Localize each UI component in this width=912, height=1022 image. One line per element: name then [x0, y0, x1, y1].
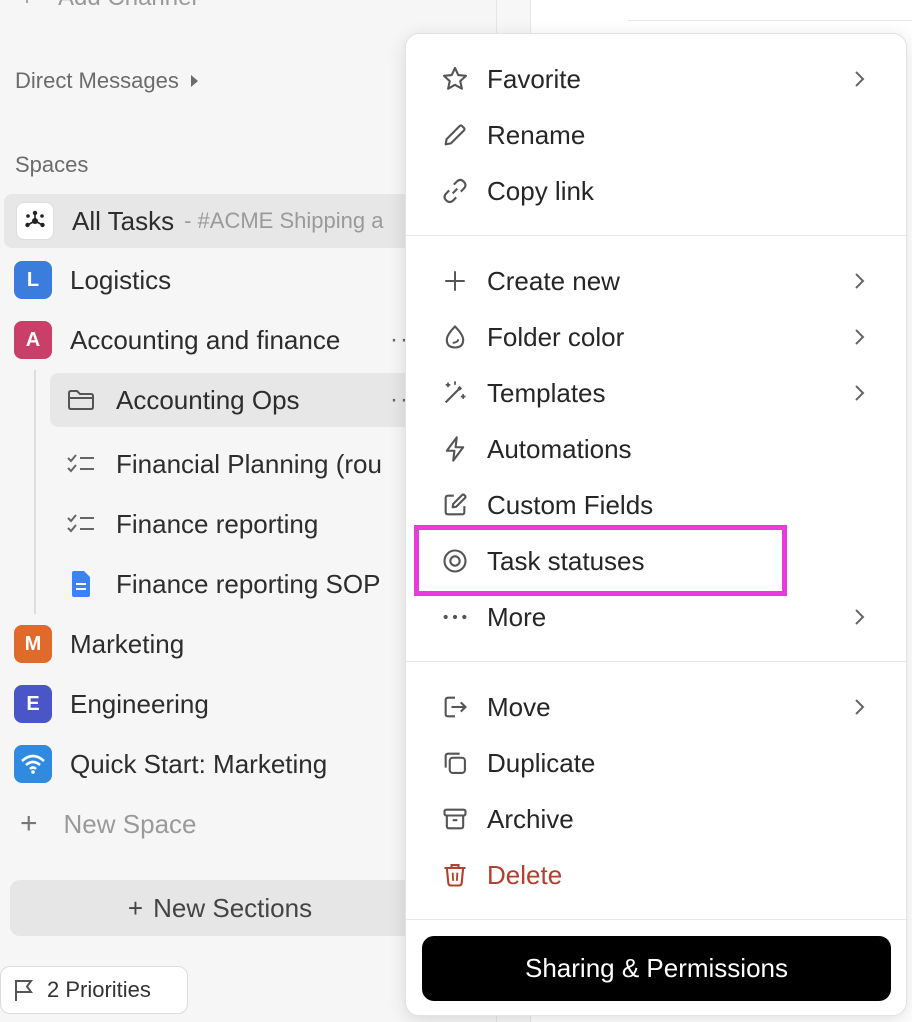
menu-item-rename[interactable]: Rename	[406, 109, 908, 161]
menu-separator	[406, 919, 908, 920]
space-avatar: L	[14, 261, 52, 299]
archive-icon	[440, 804, 470, 834]
all-tasks-sublabel: - #ACME Shipping a	[184, 208, 384, 233]
priorities-button[interactable]: 2 Priorities	[0, 966, 188, 1014]
new-sections-label: New Sections	[153, 892, 313, 923]
menu-item-more[interactable]: More	[406, 591, 908, 643]
plus-icon: +	[20, 807, 38, 840]
sidebar-item-engineering[interactable]: E Engineering	[14, 677, 209, 731]
space-label: Accounting and finance	[70, 324, 341, 355]
menu-item-duplicate[interactable]: Duplicate	[406, 737, 908, 789]
add-channel-button[interactable]: + Add Channel	[20, 0, 197, 12]
plus-icon	[440, 266, 470, 296]
space-avatar: M	[14, 625, 52, 663]
menu-item-folder-color[interactable]: Folder color	[406, 311, 908, 363]
spaces-header: Spaces	[15, 152, 88, 178]
menu-item-label: Move	[487, 691, 551, 722]
folder-label: Accounting Ops	[116, 384, 300, 415]
plus-icon: +	[20, 0, 34, 12]
list-label: Finance reporting	[116, 508, 319, 539]
menu-item-label: Automations	[487, 433, 632, 464]
pencil-icon	[440, 120, 470, 150]
sharing-permissions-button[interactable]: Sharing & Permissions	[422, 936, 891, 1001]
doc-label: Finance reporting SOP	[116, 568, 381, 599]
wifi-icon	[14, 745, 52, 783]
sidebar-item-quick-start-marketing[interactable]: Quick Start: Marketing	[14, 737, 327, 791]
space-label: Marketing	[70, 628, 185, 659]
sidebar-item-logistics[interactable]: L Logistics	[14, 253, 171, 307]
sidebar-item-finance-reporting-sop[interactable]: Finance reporting SOP	[66, 557, 380, 611]
wand-icon	[440, 378, 470, 408]
drop-icon	[440, 322, 470, 352]
chevron-right-icon	[850, 272, 868, 290]
space-label: Logistics	[70, 264, 172, 295]
space-label: Quick Start: Marketing	[70, 748, 328, 779]
new-space-label: New Space	[63, 808, 197, 839]
menu-item-create-new[interactable]: Create new	[406, 255, 908, 307]
all-tasks-icon	[16, 202, 54, 240]
more-icon	[440, 602, 470, 632]
direct-messages-label: Direct Messages	[15, 68, 179, 93]
menu-item-favorite[interactable]: Favorite	[406, 53, 908, 105]
checklist-icon	[66, 509, 96, 539]
spaces-label: Spaces	[15, 152, 89, 177]
star-icon	[440, 64, 470, 94]
menu-item-label: Delete	[487, 859, 563, 890]
priorities-label: 2 Priorities	[47, 977, 151, 1002]
chevron-right-icon	[850, 608, 868, 626]
plus-icon: +	[127, 892, 144, 923]
menu-item-label: Folder color	[487, 321, 625, 352]
chevron-right-icon	[850, 384, 868, 402]
duplicate-icon	[440, 748, 470, 778]
sidebar-item-accounting-and-finance[interactable]: A Accounting and finance	[14, 313, 340, 367]
bolt-icon	[440, 434, 470, 464]
menu-item-label: Create new	[487, 265, 620, 296]
menu-item-label: Favorite	[487, 63, 581, 94]
folder-icon	[66, 385, 96, 415]
chevron-right-icon	[850, 698, 868, 716]
menu-item-templates[interactable]: Templates	[406, 367, 908, 419]
tree-line	[34, 370, 36, 614]
menu-item-delete[interactable]: Delete	[406, 849, 908, 901]
menu-item-automations[interactable]: Automations	[406, 423, 908, 475]
menu-item-label: Rename	[487, 119, 586, 150]
checklist-icon	[66, 449, 96, 479]
menu-item-copy-link[interactable]: Copy link	[406, 165, 908, 217]
menu-item-move[interactable]: Move	[406, 681, 908, 733]
direct-messages-header[interactable]: Direct Messages	[15, 68, 198, 94]
caret-right-icon	[190, 75, 198, 87]
menu-item-label: Copy link	[487, 175, 594, 206]
all-tasks-label: All Tasks	[72, 205, 175, 236]
trash-icon	[440, 860, 470, 890]
new-sections-button[interactable]: + New Sections	[10, 880, 430, 936]
sidebar-item-financial-planning[interactable]: Financial Planning (rou	[66, 437, 382, 491]
menu-item-label: More	[487, 601, 547, 632]
sidebar-item-finance-reporting[interactable]: Finance reporting	[66, 497, 318, 551]
highlight-annotation	[414, 525, 787, 596]
menu-separator	[406, 235, 908, 236]
menu-item-custom-fields[interactable]: Custom Fields	[406, 479, 908, 531]
menu-item-archive[interactable]: Archive	[406, 793, 908, 845]
move-icon	[440, 692, 470, 722]
space-avatar: A	[14, 321, 52, 359]
flag-icon	[13, 978, 35, 1002]
doc-icon	[66, 569, 96, 599]
menu-separator	[406, 661, 908, 662]
context-menu: Favorite Rename Copy link Create new Fol…	[405, 33, 908, 1016]
add-channel-label: Add Channel	[58, 0, 197, 12]
sidebar-item-marketing[interactable]: M Marketing	[14, 617, 184, 671]
menu-item-label: Templates	[487, 377, 606, 408]
chevron-right-icon	[850, 70, 868, 88]
space-avatar: E	[14, 685, 52, 723]
link-icon	[440, 176, 470, 206]
menu-item-label: Archive	[487, 803, 574, 834]
menu-item-label: Custom Fields	[487, 489, 654, 520]
edit-box-icon	[440, 490, 470, 520]
divider	[628, 20, 912, 21]
list-label: Financial Planning (rou	[116, 448, 382, 479]
menu-item-label: Duplicate	[487, 747, 596, 778]
space-label: Engineering	[70, 688, 209, 719]
chevron-right-icon	[850, 328, 868, 346]
new-space-button[interactable]: + New Space	[20, 797, 197, 851]
